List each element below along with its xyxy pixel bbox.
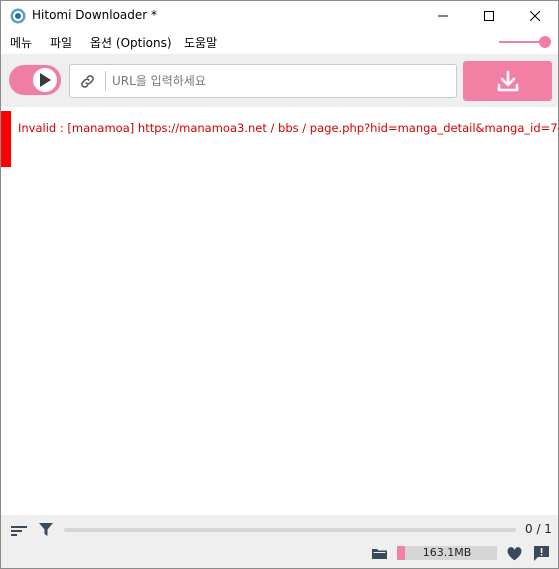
- app-window: Hitomi Downloader * 메뉴 파일 옵션 (Options) 도…: [0, 0, 559, 569]
- folder-icon[interactable]: [372, 547, 387, 563]
- window-title: Hitomi Downloader *: [32, 8, 158, 22]
- menu-help[interactable]: 도움말: [184, 34, 217, 51]
- menu-file[interactable]: 파일: [50, 34, 72, 51]
- minimize-button[interactable]: [420, 1, 466, 31]
- toolbar: [1, 54, 558, 107]
- menu-options[interactable]: 옵션 (Options): [90, 34, 172, 51]
- link-icon: [79, 73, 96, 93]
- app-icon: [10, 8, 26, 24]
- close-button[interactable]: [512, 1, 558, 31]
- memory-usage-bar: 163.1MB: [397, 546, 497, 560]
- maximize-icon: [484, 11, 494, 21]
- toggle-knob: [33, 68, 57, 92]
- sort-icon[interactable]: [11, 525, 27, 540]
- overall-progress-bar: [64, 528, 516, 532]
- opacity-slider-track[interactable]: [499, 41, 543, 43]
- menu-main[interactable]: 메뉴: [10, 34, 32, 51]
- error-message: Invalid : [manamoa] https://manamoa3.net…: [18, 121, 559, 135]
- minimize-icon: [438, 15, 448, 17]
- title-bar: Hitomi Downloader *: [1, 1, 558, 31]
- opacity-slider-handle[interactable]: [539, 36, 551, 48]
- memory-usage-text: 163.1MB: [422, 546, 472, 559]
- error-status-bar: [1, 111, 11, 167]
- download-icon: [497, 70, 518, 92]
- status-bar: 0 / 1 163.1MB: [1, 515, 558, 568]
- download-list: Invalid : [manamoa] https://manamoa3.net…: [1, 107, 559, 515]
- url-field[interactable]: [69, 64, 457, 98]
- feedback-icon[interactable]: [534, 546, 549, 564]
- start-toggle[interactable]: [9, 65, 61, 95]
- url-separator: [105, 71, 106, 91]
- download-button[interactable]: [463, 61, 552, 101]
- menu-bar: 메뉴 파일 옵션 (Options) 도움말: [1, 31, 558, 53]
- close-icon: [530, 11, 540, 21]
- list-item[interactable]: Invalid : [manamoa] https://manamoa3.net…: [1, 111, 559, 167]
- play-icon: [40, 73, 51, 87]
- filter-icon[interactable]: [39, 523, 53, 540]
- url-input[interactable]: [112, 71, 442, 91]
- progress-count: 0 / 1: [525, 522, 552, 536]
- heart-icon[interactable]: [507, 547, 522, 564]
- maximize-button[interactable]: [466, 1, 512, 31]
